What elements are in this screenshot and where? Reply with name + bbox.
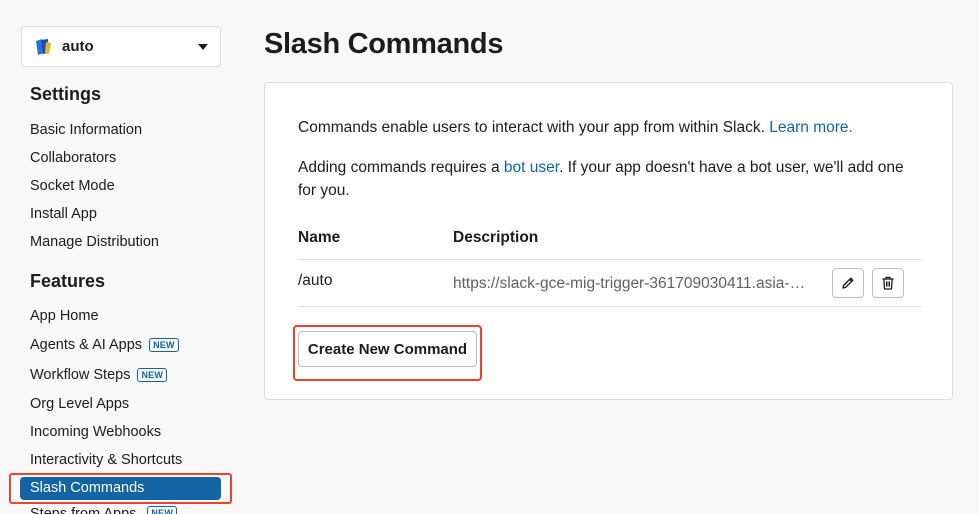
sidebar-item-agents-ai-apps[interactable]: Agents & AI Apps NEW <box>30 330 182 360</box>
features-nav: App Home Agents & AI Apps NEW Workflow S… <box>30 302 182 474</box>
chevron-down-icon <box>198 43 208 50</box>
sidebar-item-manage-distribution[interactable]: Manage Distribution <box>30 228 159 256</box>
command-description: https://slack-gce-mig-trigger-3617090304… <box>453 275 813 292</box>
command-name: /auto <box>298 272 333 289</box>
new-badge: NEW <box>137 368 168 382</box>
intro-text: Commands enable users to interact with y… <box>298 116 853 139</box>
sidebar-item-socket-mode[interactable]: Socket Mode <box>30 172 159 200</box>
table-row-divider <box>298 306 921 307</box>
settings-nav: Basic Information Collaborators Socket M… <box>30 116 159 256</box>
app-book-icon <box>33 37 53 57</box>
learn-more-link[interactable]: Learn more. <box>769 119 853 136</box>
sidebar-item-install-app[interactable]: Install App <box>30 200 159 228</box>
sidebar-item-label: Workflow Steps <box>30 367 131 383</box>
intro-text-body: Commands enable users to interact with y… <box>298 119 765 136</box>
sidebar-item-app-home[interactable]: App Home <box>30 302 182 330</box>
new-badge: NEW <box>149 338 179 352</box>
create-new-command-button[interactable]: Create New Command <box>298 331 477 367</box>
app-name: auto <box>62 38 94 55</box>
features-heading: Features <box>30 271 106 291</box>
bot-user-note-tail: for you. <box>298 182 350 199</box>
bot-user-note-start: Adding commands requires a <box>298 159 500 176</box>
bot-user-link[interactable]: bot user <box>504 159 559 176</box>
trash-icon <box>882 276 894 290</box>
sidebar-item-interactivity-shortcuts[interactable]: Interactivity & Shortcuts <box>30 446 182 474</box>
sidebar-item-basic-information[interactable]: Basic Information <box>30 116 159 144</box>
sidebar-item-steps-from-apps[interactable]: Steps from Apps NEW <box>30 504 178 514</box>
bot-user-note: Adding commands requires a bot user. If … <box>298 156 904 202</box>
sidebar-item-org-level-apps[interactable]: Org Level Apps <box>30 390 182 418</box>
app-switcher[interactable]: auto <box>21 26 221 67</box>
column-header-description: Description <box>453 229 539 246</box>
table-header-divider <box>298 259 921 260</box>
page: auto Settings Basic Information Collabor… <box>0 0 979 514</box>
slash-commands-card: Commands enable users to interact with y… <box>264 82 953 400</box>
settings-heading: Settings <box>30 84 102 104</box>
sidebar-item-slash-commands[interactable]: Slash Commands <box>20 477 221 500</box>
sidebar-item-label: Agents & AI Apps <box>30 337 143 353</box>
page-title: Slash Commands <box>264 28 504 60</box>
sidebar: auto Settings Basic Information Collabor… <box>0 0 240 514</box>
sidebar-item-collaborators[interactable]: Collaborators <box>30 144 159 172</box>
edit-command-button[interactable] <box>832 268 864 298</box>
pencil-icon <box>842 277 854 289</box>
bot-user-note-end: . If your app doesn't have a bot user, w… <box>559 159 904 176</box>
sidebar-item-label: Steps from Apps <box>30 506 137 514</box>
sidebar-item-incoming-webhooks[interactable]: Incoming Webhooks <box>30 418 182 446</box>
column-header-name: Name <box>298 229 341 246</box>
new-badge: NEW <box>147 506 178 514</box>
delete-command-button[interactable] <box>872 268 904 298</box>
sidebar-item-workflow-steps[interactable]: Workflow Steps NEW <box>30 360 182 390</box>
